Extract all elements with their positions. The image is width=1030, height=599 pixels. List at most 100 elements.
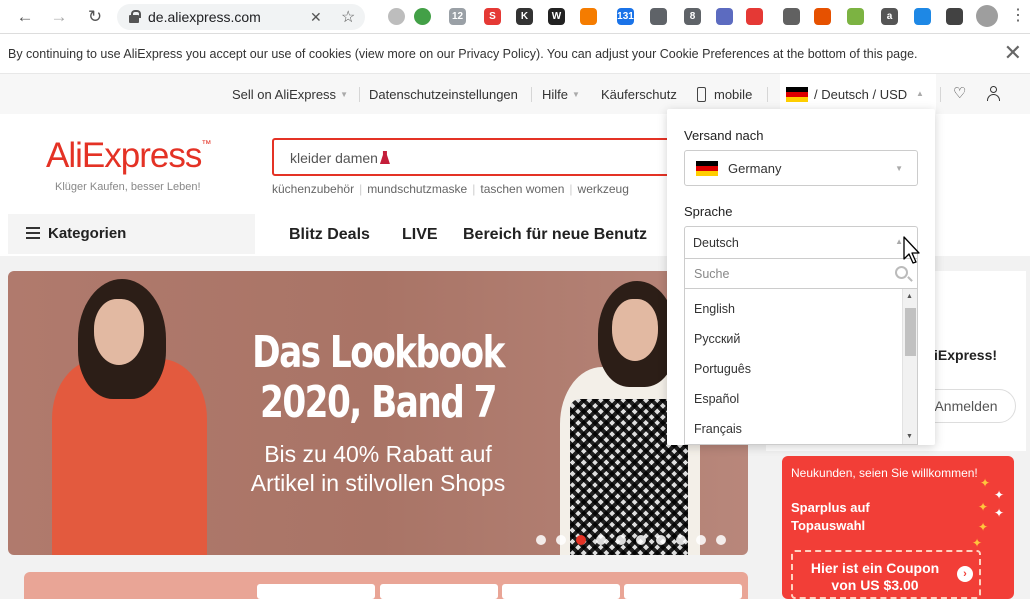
chevron-up-icon: ▲ — [916, 89, 924, 98]
scroll-thumb[interactable] — [905, 308, 916, 356]
nav-link-new-users[interactable]: Bereich für neue Benutz — [463, 226, 647, 244]
extension-icon[interactable] — [650, 8, 667, 25]
extension-icon[interactable] — [414, 8, 431, 25]
divider: | — [472, 182, 476, 196]
scroll-down-icon[interactable]: ▼ — [906, 433, 913, 440]
close-icon[interactable]: ✕ — [1004, 40, 1022, 66]
extension-icon[interactable] — [914, 8, 931, 25]
wishlist-heart-icon[interactable]: ♡ — [953, 84, 966, 102]
language-search-input[interactable]: Suche — [684, 258, 918, 289]
hot-search-link[interactable]: küchenzubehör — [272, 182, 354, 196]
mobile-link[interactable]: mobile — [714, 87, 752, 102]
extension-icon[interactable]: a — [881, 8, 898, 25]
language-option[interactable]: Русский — [694, 332, 740, 346]
hot-search-link[interactable]: werkzeug — [578, 182, 629, 196]
carousel-dot[interactable] — [636, 535, 646, 545]
product-thumb[interactable] — [502, 584, 620, 599]
tagline: Klüger Kaufen, besser Leben! — [55, 181, 201, 193]
browser-toolbar: ← → ↻ de.aliexpress.com ✕ ☆ 12 S K W 131 8 a ⋮ — [0, 0, 1030, 34]
carousel-dot[interactable] — [676, 535, 686, 545]
search-input[interactable]: kleider damen — [272, 138, 682, 176]
categories-button[interactable]: Kategorien — [8, 214, 255, 254]
extension-icon[interactable] — [388, 8, 405, 25]
language-option[interactable]: Español — [694, 392, 739, 406]
product-thumb[interactable] — [257, 584, 375, 599]
locale-selector[interactable]: / Deutsch / USD ▲ — [780, 74, 936, 114]
hamburger-icon — [26, 227, 40, 239]
extension-icon[interactable] — [716, 8, 733, 25]
product-thumb[interactable] — [624, 584, 742, 599]
new-user-promo[interactable]: Neukunden, seien Sie willkommen! Sparplu… — [782, 456, 1014, 599]
carousel-dot[interactable] — [536, 535, 546, 545]
language-option[interactable]: English — [694, 302, 735, 316]
hot-searches: küchenzubehör | mundschutzmaske | taschen wo… — [272, 182, 629, 196]
sell-link[interactable]: Sell on AliExpress ▼ — [232, 87, 348, 102]
locale-text: / Deutsch / USD — [814, 87, 908, 102]
profile-avatar-icon[interactable] — [976, 5, 998, 27]
aliexpress-logo[interactable]: AliExpress™ — [46, 136, 211, 176]
nav-link-live[interactable]: LIVE — [402, 226, 438, 244]
extension-icon[interactable] — [946, 8, 963, 25]
language-option[interactable]: Português — [694, 362, 751, 376]
locale-dropdown: Versand nach Germany ▼ Sprache Deutsch ▲… — [667, 109, 935, 445]
divider — [531, 87, 532, 102]
coupon-card[interactable]: Hier ist ein Coupon von US $3.00 › — [791, 550, 981, 599]
menu-dots-icon[interactable]: ⋮ — [1010, 7, 1026, 25]
sparkle-icon: ✦ — [994, 506, 1005, 520]
carousel-dot[interactable] — [616, 535, 626, 545]
language-list-scrollbar[interactable]: ▲ ▼ — [902, 289, 917, 444]
nav-link-flash-deals[interactable]: Blitz Deals — [289, 226, 370, 244]
language-select[interactable]: Deutsch ▲ — [684, 226, 918, 258]
extension-icon[interactable]: K — [516, 8, 533, 25]
extension-icon[interactable]: S — [484, 8, 501, 25]
extension-icon[interactable] — [847, 8, 864, 25]
extension-icon[interactable] — [783, 8, 800, 25]
mobile-phone-icon — [697, 87, 706, 102]
reload-icon[interactable]: ↻ — [84, 6, 106, 28]
search-value: kleider damen — [290, 150, 378, 166]
forward-arrow-icon[interactable]: → — [48, 6, 70, 28]
extension-icon[interactable] — [580, 8, 597, 25]
carousel-dot[interactable] — [656, 535, 666, 545]
search-placeholder: Suche — [694, 267, 730, 281]
hot-search-link[interactable]: mundschutzmaske — [367, 182, 467, 196]
privacy-settings-link[interactable]: Datenschutzeinstellungen — [369, 87, 518, 102]
bookmark-star-icon[interactable]: ☆ — [341, 7, 355, 27]
language-value: Deutsch — [693, 236, 739, 250]
extension-icon[interactable]: 12 — [449, 8, 466, 25]
address-bar[interactable]: de.aliexpress.com — [117, 4, 365, 30]
back-arrow-icon[interactable]: ← — [14, 6, 36, 28]
sparkle-icon: ✦ — [994, 488, 1005, 502]
welcome-title: iExpress! — [934, 347, 998, 363]
hot-search-link[interactable]: taschen women — [480, 182, 564, 196]
extension-icon[interactable] — [746, 8, 763, 25]
banner-title-line2: 2020, Band 7 — [260, 377, 497, 428]
buyer-protection-link[interactable]: Käuferschutz — [601, 87, 677, 102]
country-value: Germany — [728, 161, 782, 176]
banner-subtitle-line2: Artikel in stilvollen Shops — [250, 470, 506, 496]
extension-icon[interactable]: W — [548, 8, 565, 25]
extension-icon[interactable]: 131 — [617, 8, 634, 25]
scroll-up-icon[interactable]: ▲ — [906, 293, 913, 300]
help-link[interactable]: Hilfe ▼ — [542, 87, 580, 102]
product-thumb[interactable] — [380, 584, 498, 599]
carousel-dot[interactable] — [696, 535, 706, 545]
ship-to-label: Versand nach — [684, 128, 764, 143]
account-user-icon[interactable] — [987, 86, 1000, 101]
mute-icon[interactable]: ✕ — [310, 9, 322, 26]
coupon-text: Hier ist ein Coupon von US $3.00 — [810, 560, 940, 593]
dress-icon — [379, 151, 390, 164]
extension-icon[interactable]: 8 — [684, 8, 701, 25]
carousel-dot[interactable] — [556, 535, 566, 545]
country-select[interactable]: Germany ▼ — [684, 150, 918, 186]
carousel-dot[interactable] — [596, 535, 606, 545]
secondary-banner[interactable] — [24, 572, 748, 599]
carousel-dot[interactable] — [716, 535, 726, 545]
sparkle-icon: ✦ — [978, 500, 989, 514]
chevron-down-icon: ▼ — [340, 90, 348, 99]
language-option[interactable]: Français — [694, 422, 742, 436]
divider — [940, 87, 941, 102]
hero-banner[interactable]: Das Lookbook 2020, Band 7 Bis zu 40% Rab… — [8, 271, 748, 555]
extension-icon[interactable] — [814, 8, 831, 25]
carousel-dot[interactable] — [576, 535, 586, 545]
